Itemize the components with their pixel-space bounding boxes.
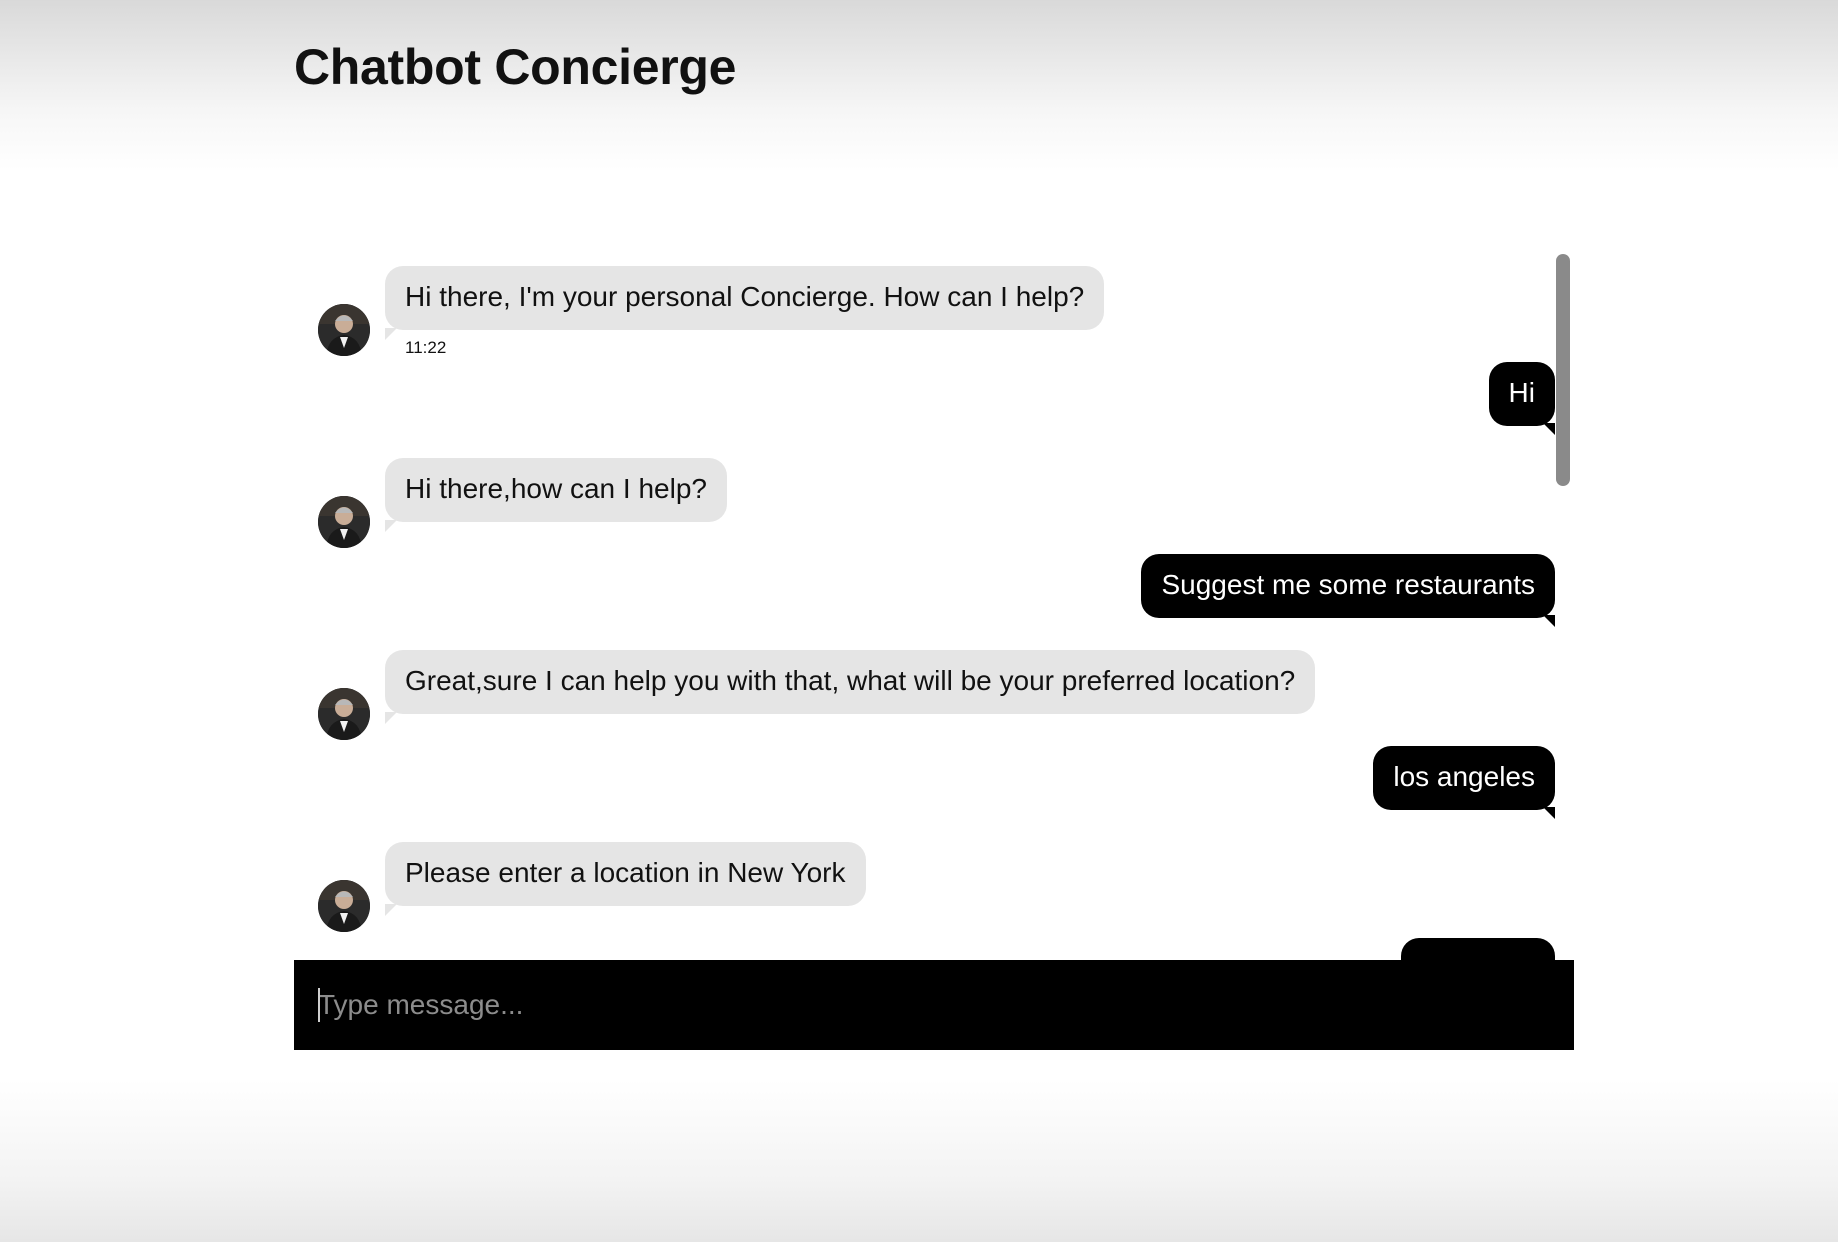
bot-message-bubble: Hi there, I'm your personal Concierge. H…	[385, 266, 1105, 340]
user-message-bubble: Hi	[1488, 362, 1556, 435]
user-message-bubble: Suggest me some restaurants	[1141, 554, 1555, 627]
bot-message-bubble: Great,sure I can help you with that, wha…	[385, 650, 1316, 724]
user-message-bubble: los angeles	[1373, 746, 1555, 819]
bot-message: Please enter a location in New York	[318, 842, 1518, 942]
bot-message: Great,sure I can help you with that, wha…	[318, 650, 1518, 750]
text-cursor	[318, 988, 320, 1022]
bot-message: Hi there,how can I help?	[318, 458, 1518, 558]
message-composer	[294, 960, 1574, 1050]
chat-messages-panel[interactable]: Hi there, I'm your personal Concierge. H…	[294, 250, 1574, 960]
message-timestamp: 11:22	[405, 338, 447, 357]
message-input[interactable]	[316, 960, 1548, 1050]
bot-message: Hi there, I'm your personal Concierge. H…	[318, 266, 1518, 366]
bot-message-bubble: Please enter a location in New York	[385, 842, 866, 916]
user-message-bubble	[1401, 938, 1555, 960]
concierge-avatar	[318, 496, 370, 548]
chat-scrollbar[interactable]	[1556, 254, 1570, 486]
bot-message-bubble: Hi there,how can I help?	[385, 458, 727, 532]
page-title: Chatbot Concierge	[294, 39, 737, 95]
concierge-avatar	[318, 688, 370, 740]
concierge-avatar	[318, 304, 370, 356]
concierge-avatar	[318, 880, 370, 932]
